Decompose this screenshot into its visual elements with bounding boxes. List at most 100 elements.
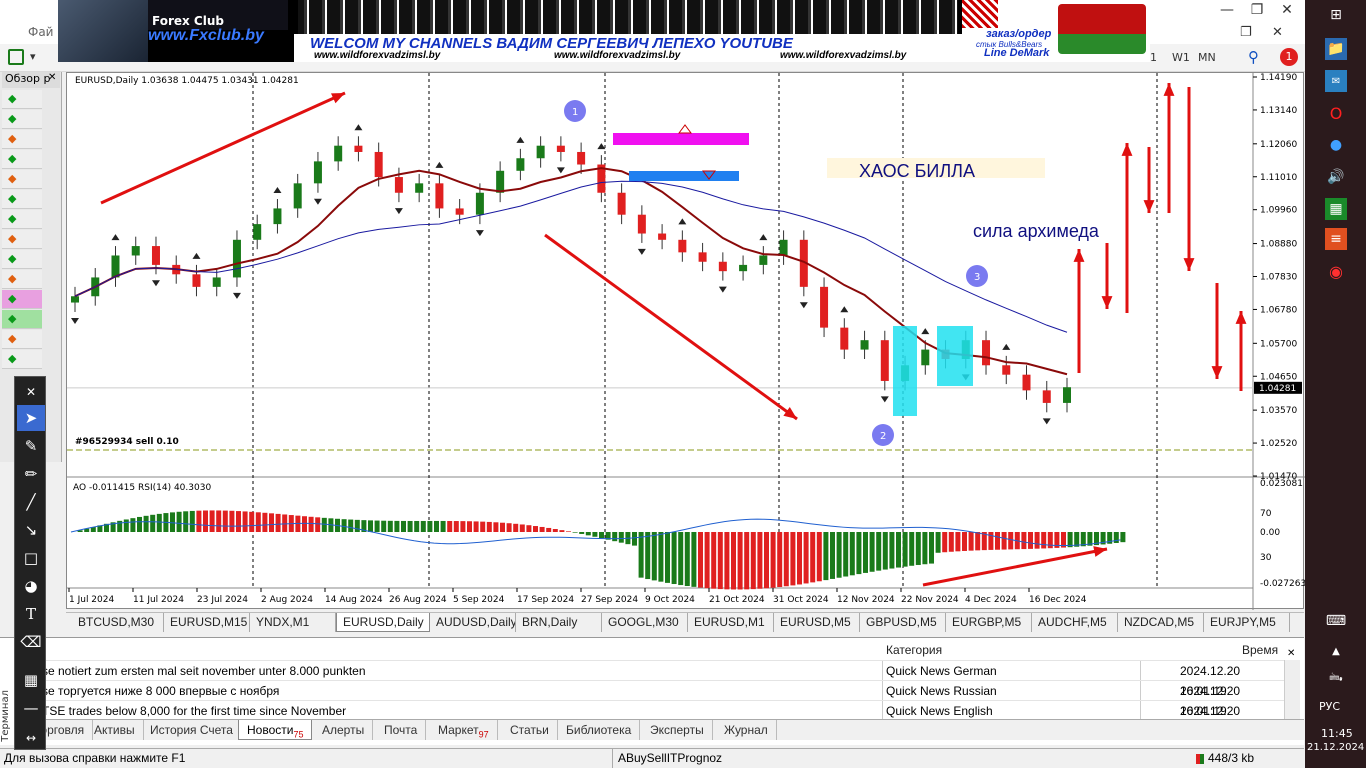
close-terminal-icon[interactable]: ✕ bbox=[1287, 648, 1295, 659]
palette-tool-icon[interactable]: ◕ bbox=[17, 573, 45, 599]
minimize-button[interactable]: — bbox=[1212, 0, 1242, 22]
close-panel-icon[interactable]: ✕ bbox=[48, 72, 56, 83]
symbol-tab[interactable]: AUDCHF,M5 bbox=[1032, 613, 1118, 632]
maximize-button[interactable]: ❐ bbox=[1242, 0, 1272, 22]
column-category[interactable]: Категория bbox=[886, 640, 942, 660]
tf-button-h4[interactable]: 1 bbox=[1150, 51, 1157, 64]
terminal-tab[interactable]: Библиотека bbox=[558, 720, 641, 740]
watch-row[interactable]: ◆ bbox=[2, 170, 42, 189]
ray-tool-icon[interactable]: ↘ bbox=[17, 517, 45, 543]
expand-tools-icon[interactable]: ↔ bbox=[17, 725, 45, 751]
watch-row[interactable]: ◆ bbox=[2, 110, 42, 129]
app-icon[interactable]: ≡ bbox=[1325, 228, 1347, 250]
marker-tool-icon[interactable]: ✏ bbox=[17, 461, 45, 487]
network-icon[interactable]: 🖦 bbox=[1325, 668, 1347, 690]
speaker-icon[interactable]: 🔊 bbox=[1325, 166, 1347, 188]
terminal-tab[interactable]: Почта bbox=[376, 720, 427, 740]
symbol-tab[interactable]: YNDX,M1 bbox=[250, 613, 336, 632]
symbol-tab[interactable]: AUDUSD,Daily bbox=[430, 613, 516, 632]
rectangle-tool-icon[interactable]: □ bbox=[17, 545, 45, 571]
line-tool-icon[interactable]: ╱ bbox=[17, 489, 45, 515]
terminal-tab[interactable]: История Счета bbox=[142, 720, 242, 740]
terminal-tab[interactable]: Новости75 bbox=[238, 720, 313, 740]
watch-row[interactable]: ◆ bbox=[2, 150, 42, 169]
paint-icon[interactable]: ● bbox=[1325, 134, 1347, 156]
ao-bar bbox=[467, 521, 472, 532]
outlook-icon[interactable]: ✉ bbox=[1325, 70, 1347, 92]
news-row[interactable]: TSE trades below 8,000 for the first tim… bbox=[40, 700, 1284, 738]
text-tool-icon[interactable]: T bbox=[17, 601, 45, 627]
watch-row[interactable]: ◆ bbox=[2, 90, 42, 109]
explorer-icon[interactable]: 📁 bbox=[1325, 38, 1347, 60]
hline-tool-icon[interactable]: — bbox=[17, 695, 45, 721]
taskbar-date[interactable]: 21.12.2024 bbox=[1307, 742, 1364, 753]
terminal-tab[interactable]: Эксперты bbox=[642, 720, 713, 740]
symbol-tab[interactable]: GOOGL,M30 bbox=[602, 613, 688, 632]
watch-row[interactable]: ◆ bbox=[2, 130, 42, 149]
calculator-icon[interactable]: ▦ bbox=[1325, 198, 1347, 220]
checker-tool-icon[interactable]: ▦ bbox=[17, 667, 45, 693]
new-chart-icon[interactable] bbox=[8, 49, 24, 65]
candle-body bbox=[880, 340, 889, 381]
candle-body bbox=[192, 274, 201, 287]
windows-start-icon[interactable]: ⊞ bbox=[1325, 4, 1347, 26]
watch-row[interactable]: ◆ bbox=[2, 250, 42, 269]
terminal-tab[interactable]: Журнал bbox=[716, 720, 777, 740]
symbol-tab[interactable]: EURGBP,M5 bbox=[946, 613, 1032, 632]
close-button[interactable]: ✕ bbox=[1272, 0, 1302, 22]
keyboard-icon[interactable]: ⌨ bbox=[1321, 610, 1351, 632]
symbol-tab[interactable]: EURUSD,Daily bbox=[336, 613, 430, 632]
tf-button-w1[interactable]: W1 bbox=[1172, 51, 1190, 64]
notification-badge[interactable]: 1 bbox=[1280, 48, 1298, 66]
watch-row[interactable]: ◆ bbox=[2, 350, 42, 369]
watch-row[interactable]: ◆ bbox=[2, 190, 42, 209]
symbol-tab[interactable]: EURUSD,M1 bbox=[688, 613, 774, 632]
symbol-tab[interactable]: EURUSD,M15 bbox=[164, 613, 250, 632]
eraser-tool-icon[interactable]: ⌫ bbox=[17, 629, 45, 655]
symbol-tab[interactable]: BRN,Daily bbox=[516, 613, 602, 632]
menu-file[interactable]: Фай bbox=[28, 25, 53, 39]
watch-row[interactable]: ◆ bbox=[2, 290, 42, 309]
watch-row[interactable]: ◆ bbox=[2, 270, 42, 289]
news-row[interactable]: se торгуется ниже 8 000 впервые с ноября… bbox=[40, 680, 1284, 718]
symbol-tab[interactable]: EURJPY,M5 bbox=[1204, 613, 1290, 632]
watch-row[interactable]: ◆ bbox=[2, 230, 42, 249]
watch-row[interactable]: ◆ bbox=[2, 210, 42, 229]
close-tools-icon[interactable]: ✕ bbox=[17, 379, 45, 405]
watch-row[interactable]: ◆ bbox=[2, 330, 42, 349]
column-time[interactable]: Время bbox=[1242, 640, 1278, 660]
ao-bar bbox=[262, 512, 268, 532]
chevron-down-icon[interactable]: ▾ bbox=[30, 50, 36, 63]
chart-window[interactable]: 1.14190 1.13140 1.12060 1.11010 1.09960 1.088… bbox=[66, 72, 1305, 610]
terminal-tab[interactable]: Статьи bbox=[502, 720, 558, 740]
symbol-tab[interactable]: NZDCAD,M5 bbox=[1118, 613, 1204, 632]
symbol-tab[interactable]: GBPUSD,M5 bbox=[860, 613, 946, 632]
banner-url-2: www.wildforexvadzimsl.by bbox=[554, 50, 681, 61]
ao-bar bbox=[935, 532, 941, 553]
terminal-tab[interactable]: Алерты bbox=[314, 720, 374, 740]
symbol-tab[interactable]: BTCUSD,M30 bbox=[72, 613, 164, 632]
watch-row[interactable]: ◆ bbox=[2, 310, 42, 329]
level-bar-up bbox=[613, 133, 749, 145]
taskbar-time[interactable]: 11:45 bbox=[1321, 727, 1353, 740]
trend-icon: ◆ bbox=[8, 252, 17, 265]
indicator-tick-label: 70 bbox=[1260, 509, 1272, 519]
tray-up-icon[interactable]: ▲ bbox=[1325, 640, 1347, 662]
tf-button-mn[interactable]: MN bbox=[1198, 51, 1216, 64]
symbol-tab[interactable]: EURUSD,M5 bbox=[774, 613, 860, 632]
cursor-tool-icon[interactable]: ➤ bbox=[17, 405, 45, 431]
pencil-tool-icon[interactable]: ✎ bbox=[17, 433, 45, 459]
opera-icon[interactable]: O bbox=[1325, 102, 1347, 124]
restore-icon[interactable]: ❐ bbox=[1240, 25, 1252, 40]
terminal-tab[interactable]: Активы bbox=[86, 720, 144, 740]
close-chart-icon[interactable]: ✕ bbox=[1272, 25, 1283, 40]
ao-bar bbox=[876, 532, 882, 571]
terminal-tab[interactable]: Маркет97 bbox=[430, 720, 498, 740]
price-chart[interactable]: 1.14190 1.13140 1.12060 1.11010 1.09960 1.088… bbox=[67, 73, 1305, 610]
search-icon[interactable]: ⚲ bbox=[1248, 48, 1259, 66]
record-icon[interactable]: ◉ bbox=[1325, 260, 1347, 282]
news-row[interactable]: se notiert zum ersten mal seit november … bbox=[40, 660, 1284, 698]
fractal-down bbox=[799, 302, 808, 309]
ao-bar bbox=[638, 532, 644, 578]
taskbar-lang[interactable]: РУС bbox=[1319, 700, 1340, 713]
